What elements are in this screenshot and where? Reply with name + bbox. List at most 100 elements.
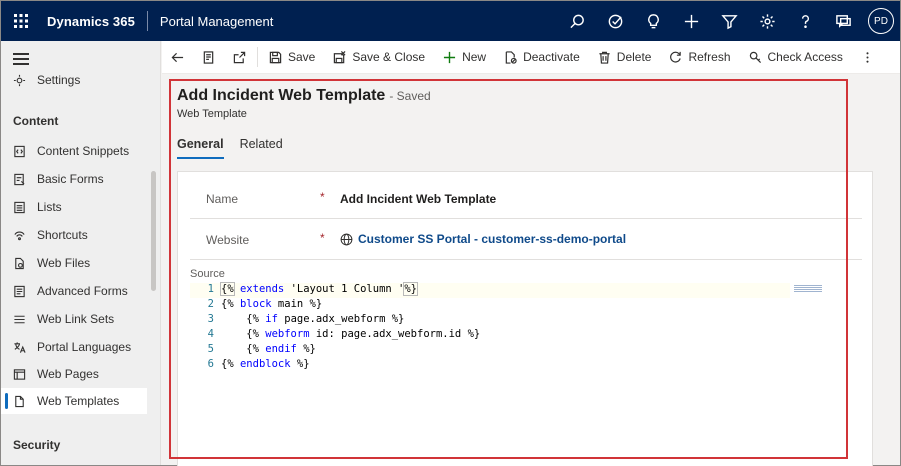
filter-button[interactable]: [710, 1, 748, 41]
sidebar-item-portal-languages[interactable]: Portal Languages: [1, 334, 147, 360]
code-line: 6 {% endblock %}: [207, 358, 310, 370]
nav-group-content: Content: [13, 114, 59, 128]
target-icon: [608, 14, 622, 28]
sidebar-item-shortcuts[interactable]: Shortcuts: [1, 222, 147, 248]
delete-button[interactable]: Delete: [589, 41, 661, 74]
sidebar-scrollbar[interactable]: [151, 171, 156, 291]
deactivate-icon: [505, 50, 517, 64]
filter-icon: [720, 14, 738, 29]
sidebar-item-label: Web Templates: [37, 394, 120, 408]
waffle-icon: [14, 14, 28, 28]
required-indicator: *: [320, 231, 325, 245]
list-icon: [13, 201, 25, 213]
page-title: Add Incident Web Template - Saved: [177, 87, 431, 104]
arrow-left-icon: [171, 52, 184, 62]
nav-group-security: Security: [13, 438, 61, 452]
required-indicator: *: [320, 190, 325, 204]
sidebar-item-label: Shortcuts: [37, 228, 88, 242]
shortcut-icon: [13, 231, 25, 240]
sidebar-item-web-link-sets[interactable]: Web Link Sets: [1, 306, 147, 332]
open-window-icon: [233, 51, 246, 63]
form-icon: [13, 173, 25, 185]
save-close-button[interactable]: Save & Close: [324, 41, 434, 74]
more-vertical-icon: [866, 51, 869, 63]
template-icon: [14, 395, 24, 407]
app-name[interactable]: Portal Management: [148, 14, 273, 29]
website-label: Website: [206, 233, 250, 247]
save-icon: [269, 51, 282, 63]
chat-button[interactable]: [824, 1, 862, 41]
back-button[interactable]: [162, 41, 193, 74]
entity-name: Web Template: [177, 108, 247, 120]
app-launcher-button[interactable]: [1, 1, 41, 41]
new-button[interactable]: New: [434, 41, 495, 74]
sidebar-item-label: Web Link Sets: [37, 312, 115, 326]
sidebar-item-basic-forms[interactable]: Basic Forms: [1, 166, 147, 192]
hamburger-menu-icon[interactable]: [13, 53, 29, 65]
lightbulb-icon: [647, 13, 659, 28]
help-button[interactable]: [786, 1, 824, 41]
source-code-editor[interactable]: 1 {% extends 'Layout 1 Column '%} 2 {% b…: [190, 282, 862, 463]
sidebar-item-label: Web Pages: [37, 367, 99, 381]
name-input[interactable]: Add Incident Web Template: [340, 192, 496, 206]
editor-minimap[interactable]: [794, 285, 822, 295]
code-line: 5 {% endif %}: [207, 343, 316, 355]
website-lookup-link[interactable]: Customer SS Portal - customer-ss-demo-po…: [340, 232, 626, 246]
deactivate-button[interactable]: Deactivate: [495, 41, 589, 74]
task-button[interactable]: [596, 1, 634, 41]
code-line: 2 {% block main %}: [207, 298, 323, 310]
new-button-top[interactable]: [672, 1, 710, 41]
sidebar-item-advanced-forms[interactable]: Advanced Forms: [1, 278, 147, 304]
ideas-button[interactable]: [634, 1, 672, 41]
more-commands-button[interactable]: [852, 41, 883, 74]
sidebar-item-label: Content Snippets: [37, 144, 130, 158]
code-line: 1 {% extends 'Layout 1 Column '%}: [190, 282, 790, 298]
save-status: - Saved: [389, 89, 431, 103]
webpage-icon: [13, 368, 25, 380]
sidebar-item-label: Lists: [37, 200, 62, 214]
sidebar: Settings Content Content Snippets Basic …: [1, 41, 161, 465]
code-line: 4 {% webform id: page.adx_webform.id %}: [207, 328, 481, 340]
globe-icon: [340, 233, 353, 245]
sidebar-item-label: Advanced Forms: [37, 284, 128, 298]
general-section: Name * Add Incident Web Template Website…: [177, 171, 873, 466]
website-field-row: Website * Customer SS Portal - customer-…: [190, 219, 862, 260]
sidebar-item-settings[interactable]: Settings: [1, 67, 147, 93]
search-button[interactable]: [558, 1, 596, 41]
sidebar-item-web-templates[interactable]: Web Templates: [1, 388, 147, 414]
code-line: 3 {% if page.adx_webform %}: [207, 313, 405, 325]
avatar[interactable]: PD: [868, 8, 894, 34]
save-button[interactable]: Save: [260, 41, 324, 74]
sidebar-item-label: Settings: [37, 73, 81, 87]
check-access-icon: [749, 51, 761, 63]
tab-related[interactable]: Related: [240, 137, 283, 159]
gear-icon: [13, 74, 25, 86]
help-icon: [801, 14, 809, 28]
sidebar-item-web-files[interactable]: Web Files: [1, 250, 147, 276]
form-view-button[interactable]: [193, 41, 224, 74]
sidebar-item-label: Web Files: [37, 256, 91, 270]
plus-icon: [684, 14, 698, 28]
check-access-button[interactable]: Check Access: [740, 41, 852, 74]
sidebar-item-lists[interactable]: Lists: [1, 194, 147, 220]
refresh-button[interactable]: Refresh: [660, 41, 739, 74]
snippet-icon: [13, 145, 25, 157]
search-icon: [569, 14, 584, 28]
chat-icon: [835, 14, 851, 28]
command-bar: Save Save & Close New Deactivate Delete …: [162, 41, 900, 74]
save-close-icon: [334, 50, 346, 63]
brand-name[interactable]: Dynamics 365: [41, 14, 147, 29]
trash-icon: [599, 51, 610, 64]
sidebar-item-content-snippets[interactable]: Content Snippets: [1, 138, 147, 164]
refresh-icon: [670, 51, 682, 62]
command-separator: [257, 47, 258, 67]
settings-button[interactable]: [748, 1, 786, 41]
tab-general[interactable]: General: [177, 137, 224, 159]
name-field-row: Name * Add Incident Web Template: [190, 178, 862, 219]
sidebar-item-label: Basic Forms: [37, 172, 104, 186]
sidebar-item-label: Portal Languages: [37, 340, 132, 354]
advanced-form-icon: [13, 285, 25, 297]
open-new-window-button[interactable]: [224, 41, 255, 74]
plus-icon: [443, 51, 456, 63]
sidebar-item-web-pages[interactable]: Web Pages: [1, 361, 147, 387]
